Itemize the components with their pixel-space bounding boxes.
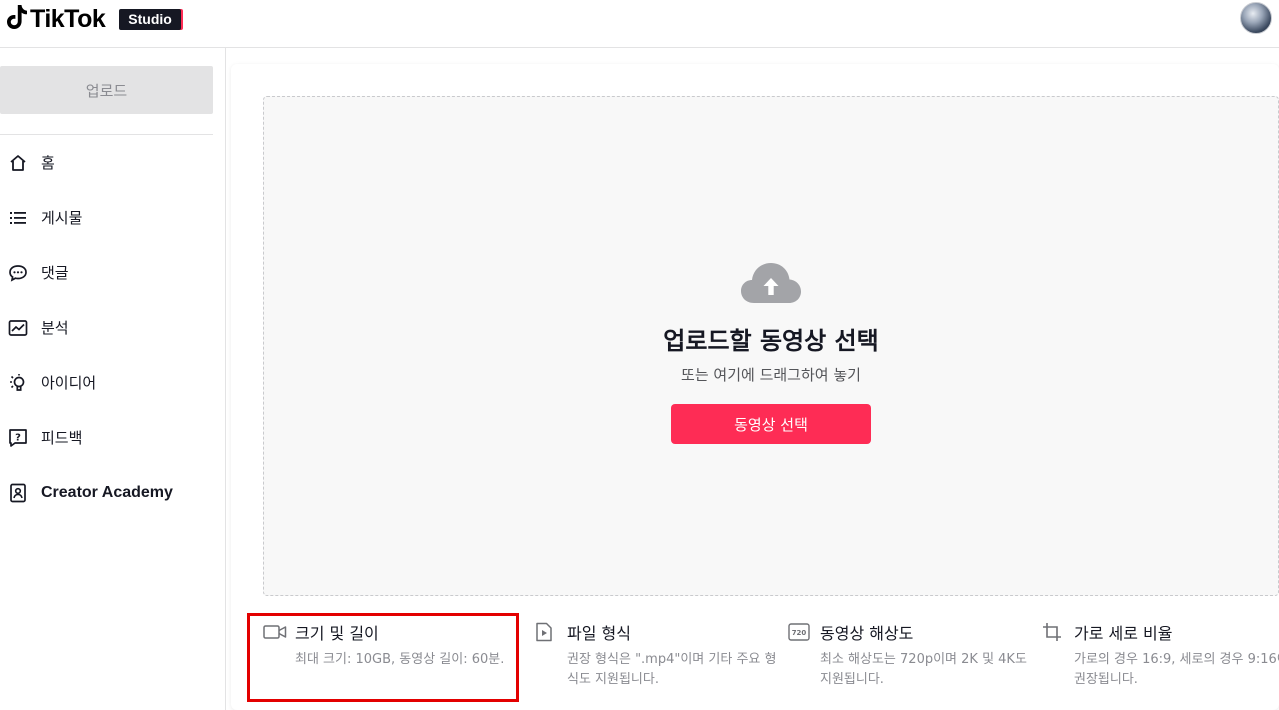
sidebar-item-label: Creator Academy [41,483,173,501]
tiktok-studio-logo[interactable]: TikTok Studio [6,4,181,34]
logo-text: TikTok [30,4,106,33]
info-resolution: 720 동영상 해상도 최소 해상도는 720p이며 2K 및 4K도 지원됩니… [788,620,1036,690]
sidebar-item-home[interactable]: 홈 [0,135,226,190]
info-title: 가로 세로 비율 [1074,624,1173,643]
comment-icon [8,263,28,283]
crop-icon [1042,622,1066,642]
info-description: 가로의 경우 16:9, 세로의 경우 9:16이 권장됩니다. [1074,652,1279,687]
svg-text:?: ? [15,432,21,443]
dropzone-title: 업로드할 동영상 선택 [663,327,879,355]
info-description: 권장 형식은 ".mp4"이며 기타 주요 형식도 지원됩니다. [567,652,777,687]
info-title: 동영상 해상도 [820,624,914,643]
feedback-icon: ? [8,428,28,448]
info-aspect-ratio: 가로 세로 비율 가로의 경우 16:9, 세로의 경우 9:16이 권장됩니다… [1042,620,1279,690]
analytics-icon [8,318,28,338]
resolution-720-icon: 720 [788,622,812,642]
upload-button[interactable]: 업로드 [0,66,213,114]
sidebar-item-label: 아이디어 [41,374,97,392]
sidebar-item-feedback[interactable]: ? 피드백 [0,410,226,465]
dropzone-subtitle: 또는 여기에 드래그하여 놓기 [681,366,861,384]
sidebar-item-label: 홈 [41,154,55,172]
info-title: 파일 형식 [567,624,631,643]
list-icon [8,208,28,228]
sidebar-item-creator-academy[interactable]: Creator Academy [0,465,226,520]
top-header: TikTok Studio [0,0,1279,48]
sidebar-item-label: 분석 [41,319,69,337]
file-video-icon [535,622,559,642]
sidebar-nav: 홈 게시물 댓글 분석 아이디어 ? 피드백 Creator Academy [0,135,226,520]
studio-badge: Studio [119,8,181,30]
sidebar-item-label: 게시물 [41,209,83,227]
video-dropzone[interactable]: 업로드할 동영상 선택 또는 여기에 드래그하여 놓기 동영상 선택 [263,96,1279,596]
sidebar-item-posts[interactable]: 게시물 [0,190,226,245]
resolution-icon-text: 720 [792,629,807,637]
sidebar: 업로드 홈 게시물 댓글 분석 아이디어 ? 피드백 Creator Acade… [0,48,226,710]
sidebar-item-label: 피드백 [41,429,83,447]
dropzone-content: 업로드할 동영상 선택 또는 여기에 드래그하여 놓기 동영상 선택 [264,261,1278,444]
highlight-box [247,613,519,702]
cloud-upload-icon [740,261,802,309]
sidebar-item-label: 댓글 [41,264,69,282]
select-video-button[interactable]: 동영상 선택 [671,404,871,444]
academy-icon [8,483,28,503]
avatar[interactable] [1240,2,1272,34]
home-icon [8,153,28,173]
sidebar-item-comments[interactable]: 댓글 [0,245,226,300]
sidebar-item-ideas[interactable]: 아이디어 [0,355,226,410]
info-description: 최소 해상도는 720p이며 2K 및 4K도 지원됩니다. [820,652,1027,687]
sidebar-item-analytics[interactable]: 분석 [0,300,226,355]
info-file-format: 파일 형식 권장 형식은 ".mp4"이며 기타 주요 형식도 지원됩니다. [535,620,783,690]
tiktok-note-icon [6,4,28,34]
lightbulb-icon [8,373,28,393]
